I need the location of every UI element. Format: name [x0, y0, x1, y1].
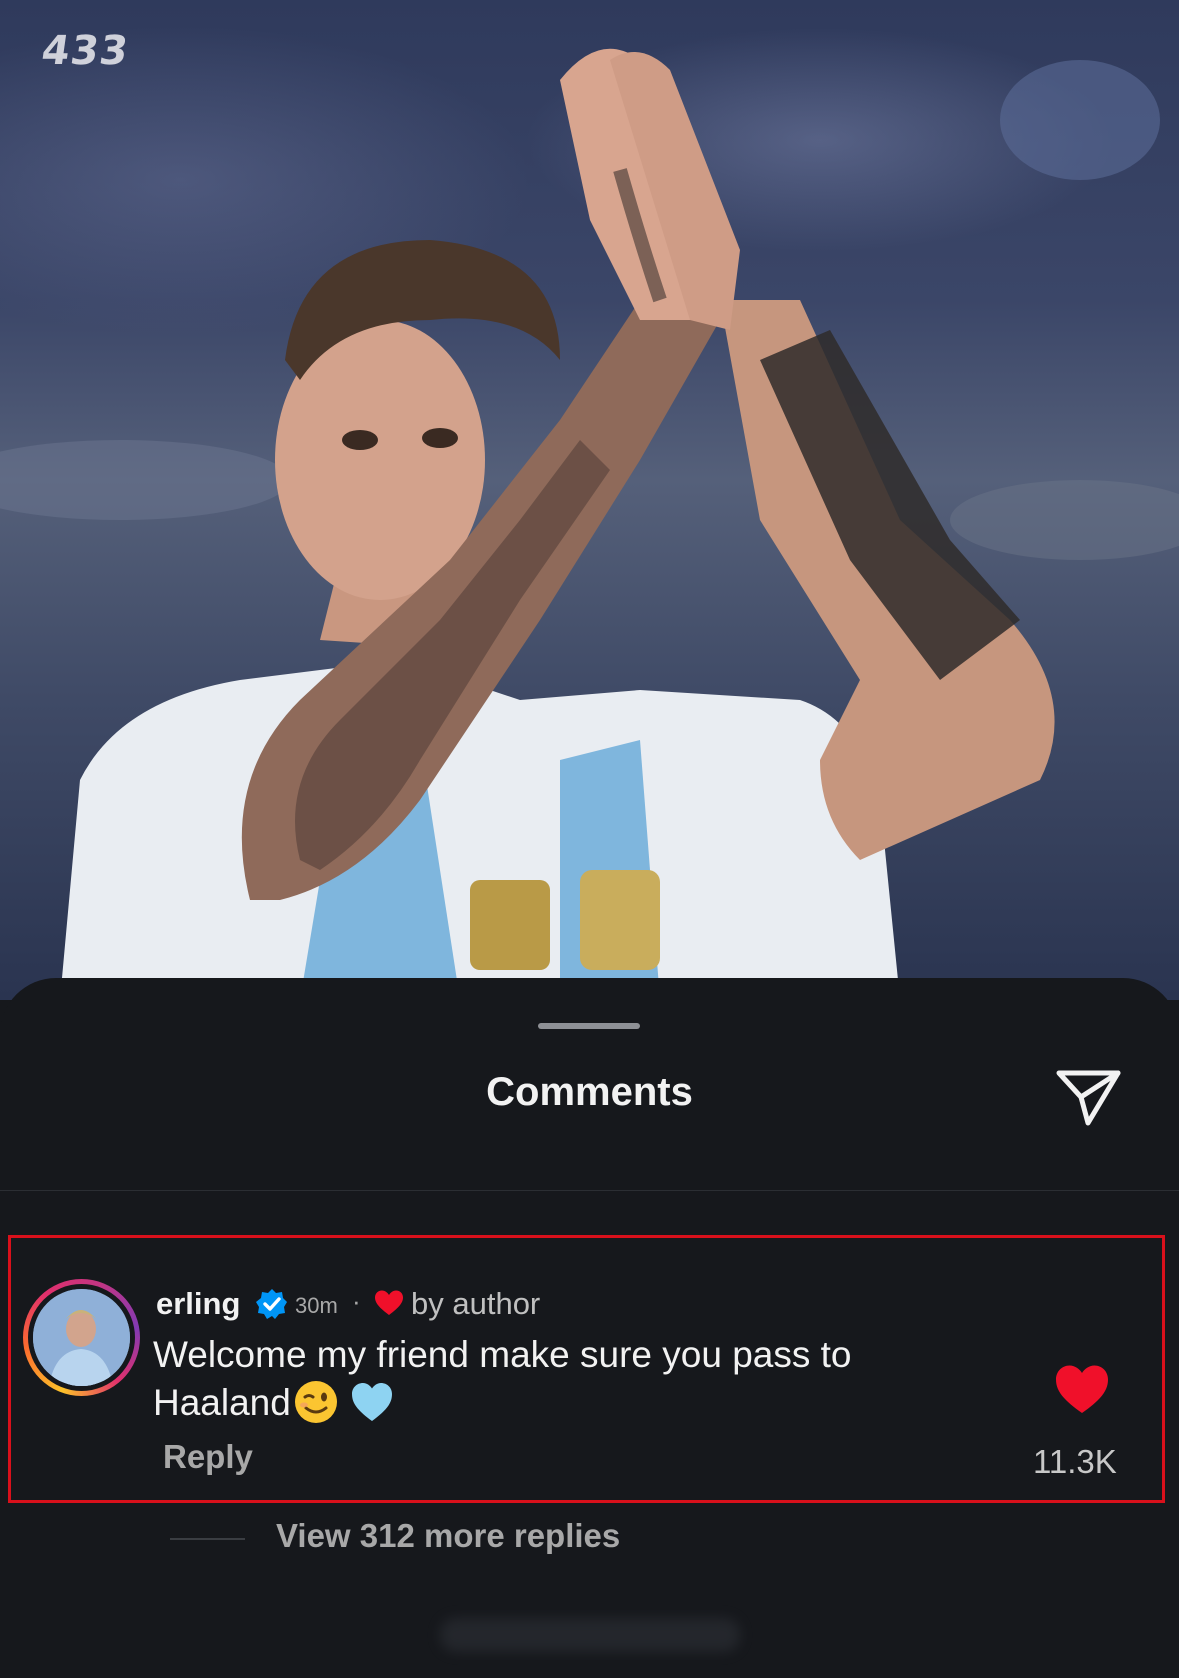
player-photo [0, 48, 1179, 1000]
like-heart-icon[interactable] [1053, 1362, 1111, 1416]
reply-button[interactable]: Reply [163, 1438, 253, 1476]
sheet-drag-handle[interactable] [538, 1023, 640, 1029]
verified-badge-icon [256, 1289, 287, 1319]
comment-username[interactable]: erling [156, 1286, 240, 1322]
view-replies-button[interactable]: View 312 more replies [276, 1517, 620, 1555]
replies-connector-line [170, 1538, 245, 1540]
light-blue-heart-emoji [351, 1383, 392, 1421]
share-button[interactable] [1050, 1062, 1128, 1132]
avatar-image [33, 1289, 130, 1386]
header-divider [0, 1190, 1179, 1191]
liked-by-author-label: by author [411, 1286, 541, 1321]
paper-plane-icon [1056, 1070, 1121, 1126]
comment-body: Welcome my friend make sure you pass to … [153, 1331, 973, 1427]
comment-time: 30m [295, 1293, 338, 1318]
winking-face-emoji [294, 1381, 337, 1423]
comment-text: Welcome my friend make sure you pass to … [153, 1334, 852, 1423]
avatar[interactable] [23, 1279, 140, 1396]
like-count: 11.3K [1033, 1443, 1117, 1480]
meta-separator: · [352, 1286, 361, 1316]
next-comment-blurred [440, 1618, 740, 1652]
author-liked-heart-icon [375, 1290, 403, 1315]
sheet-title: Comments [486, 1070, 693, 1114]
post-photo: 433 [0, 0, 1179, 1000]
brand-logo: 433 [38, 28, 132, 74]
